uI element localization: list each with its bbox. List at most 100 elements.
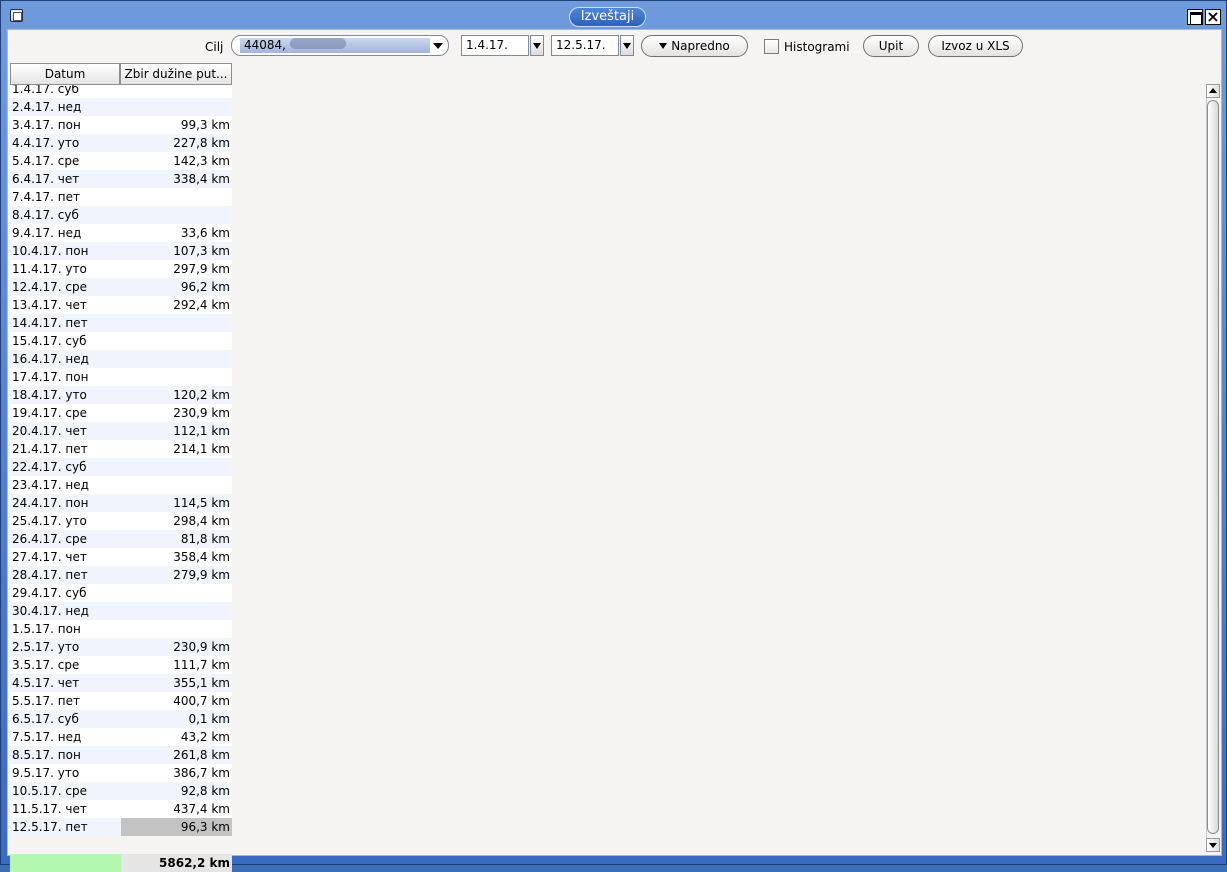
table-row[interactable]: 11.5.17. чет 437,4 km <box>10 800 232 818</box>
table-row[interactable]: 9.5.17. уто 386,7 km <box>10 764 232 782</box>
query-button[interactable]: Upit <box>863 35 919 57</box>
table-row[interactable]: 7.5.17. нед 43,2 km <box>10 728 232 746</box>
close-button[interactable]: × <box>1205 9 1221 25</box>
distance-cell: 230,9 km <box>173 406 230 420</box>
table-row[interactable]: 5.4.17. сре 142,3 km <box>10 152 232 170</box>
date-cell: 3.4.17. пон <box>12 118 81 132</box>
scroll-up-arrow-icon[interactable] <box>1206 84 1220 98</box>
date-cell: 25.4.17. уто <box>12 514 87 528</box>
date-cell: 7.4.17. пет <box>12 190 81 204</box>
table-row[interactable]: 19.4.17. сре 230,9 km <box>10 404 232 422</box>
maximize-button[interactable] <box>1187 9 1203 25</box>
date-from-dropdown-button[interactable] <box>530 35 544 56</box>
table-row[interactable]: 17.4.17. пон <box>10 368 232 386</box>
table-row[interactable]: 21.4.17. пет 214,1 km <box>10 440 232 458</box>
table-row[interactable]: 29.4.17. суб <box>10 584 232 602</box>
caret-down-icon <box>659 43 668 49</box>
scroll-down-arrow-icon[interactable] <box>1206 838 1220 852</box>
column-header-date[interactable]: Datum <box>10 63 120 85</box>
table-row[interactable]: 13.4.17. чет 292,4 km <box>10 296 232 314</box>
date-cell: 9.5.17. уто <box>12 766 80 780</box>
table-row[interactable]: 1.5.17. пон <box>10 620 232 638</box>
table-row[interactable]: 4.4.17. уто 227,8 km <box>10 134 232 152</box>
distance-cell: 142,3 km <box>173 154 230 168</box>
date-to-field[interactable]: 12.5.17. <box>551 35 619 56</box>
date-cell: 6.4.17. чет <box>12 172 80 186</box>
table-row[interactable]: 12.4.17. сре 96,2 km <box>10 278 232 296</box>
date-cell: 6.5.17. суб <box>12 712 79 726</box>
distance-cell: 386,7 km <box>173 766 230 780</box>
date-from-field[interactable]: 1.4.17. <box>461 35 529 56</box>
date-cell: 5.4.17. сре <box>12 154 80 168</box>
total-row: 5862,2 km <box>10 854 232 872</box>
table-row[interactable]: 28.4.17. пет 279,9 km <box>10 566 232 584</box>
table-row[interactable]: 26.4.17. сре 81,8 km <box>10 530 232 548</box>
table-row[interactable]: 12.5.17. пет 96,3 km <box>10 818 232 836</box>
date-cell: 23.4.17. нед <box>12 478 89 492</box>
window-menu-icon[interactable] <box>10 9 23 22</box>
table-row[interactable]: 2.5.17. уто 230,9 km <box>10 638 232 656</box>
distance-cell: 111,7 km <box>173 658 230 672</box>
table-row[interactable]: 6.5.17. суб 0,1 km <box>10 710 232 728</box>
date-cell: 1.4.17. суб <box>12 85 79 96</box>
total-label-cell <box>10 854 121 872</box>
distance-cell: 99,3 km <box>180 118 230 132</box>
distance-cell: 92,8 km <box>180 784 230 798</box>
table-row[interactable]: 20.4.17. чет 112,1 km <box>10 422 232 440</box>
vertical-scrollbar[interactable] <box>1206 84 1220 852</box>
distance-cell: 279,9 km <box>173 568 230 582</box>
table-row[interactable]: 3.4.17. пон 99,3 km <box>10 116 232 134</box>
date-cell: 2.5.17. уто <box>12 640 80 654</box>
distance-cell: 214,1 km <box>173 442 230 456</box>
table-row[interactable]: 11.4.17. уто 297,9 km <box>10 260 232 278</box>
table-row[interactable]: 8.4.17. суб <box>10 206 232 224</box>
date-cell: 29.4.17. суб <box>12 586 87 600</box>
table-row[interactable]: 30.4.17. нед <box>10 602 232 620</box>
distance-cell: 358,4 km <box>173 550 230 564</box>
table-row[interactable]: 2.4.17. нед <box>10 98 232 116</box>
table-row[interactable]: 18.4.17. уто 120,2 km <box>10 386 232 404</box>
table-row[interactable]: 25.4.17. уто 298,4 km <box>10 512 232 530</box>
table-row[interactable]: 15.4.17. суб <box>10 332 232 350</box>
table-row[interactable]: 1.4.17. суб <box>10 85 232 98</box>
date-cell: 13.4.17. чет <box>12 298 87 312</box>
advanced-label: Napredno <box>671 39 730 53</box>
table-row[interactable]: 24.4.17. пон 114,5 km <box>10 494 232 512</box>
chevron-down-icon <box>433 43 443 49</box>
date-cell: 11.5.17. чет <box>12 802 87 816</box>
date-cell: 12.5.17. пет <box>12 820 88 834</box>
table-row[interactable]: 6.4.17. чет 338,4 km <box>10 170 232 188</box>
distance-cell: 0,1 km <box>188 712 230 726</box>
histograms-checkbox[interactable] <box>764 39 779 54</box>
table-row[interactable]: 10.5.17. сре 92,8 km <box>10 782 232 800</box>
table-row[interactable]: 10.4.17. пон 107,3 km <box>10 242 232 260</box>
target-select[interactable]: 44084, <box>231 35 449 56</box>
table-row[interactable]: 3.5.17. сре 111,7 km <box>10 656 232 674</box>
date-cell: 1.5.17. пон <box>12 622 81 636</box>
export-xls-button[interactable]: Izvoz u XLS <box>928 35 1023 57</box>
table-row[interactable]: 8.5.17. пон 261,8 km <box>10 746 232 764</box>
column-header-distance[interactable]: Zbir dužine put... <box>120 63 232 85</box>
date-to-dropdown-button[interactable] <box>620 35 634 56</box>
table-row[interactable]: 5.5.17. пет 400,7 km <box>10 692 232 710</box>
table-row[interactable]: 14.4.17. пет <box>10 314 232 332</box>
table-row[interactable]: 16.4.17. нед <box>10 350 232 368</box>
distance-cell: 230,9 km <box>173 640 230 654</box>
table-row[interactable]: 4.5.17. чет 355,1 km <box>10 674 232 692</box>
date-cell: 12.4.17. сре <box>12 280 88 294</box>
scroll-thumb[interactable] <box>1207 100 1219 834</box>
date-cell: 21.4.17. пет <box>12 442 88 456</box>
title-bar[interactable]: Izveštaji × <box>1 1 1226 29</box>
advanced-button[interactable]: Napredno <box>641 35 748 57</box>
table-row[interactable]: 9.4.17. нед 33,6 km <box>10 224 232 242</box>
date-cell: 11.4.17. уто <box>12 262 87 276</box>
distance-cell: 227,8 km <box>173 136 230 150</box>
table-row[interactable]: 22.4.17. суб <box>10 458 232 476</box>
date-cell: 22.4.17. суб <box>12 460 87 474</box>
date-cell: 4.4.17. уто <box>12 136 80 150</box>
table-row[interactable]: 7.4.17. пет <box>10 188 232 206</box>
table-row[interactable]: 23.4.17. нед <box>10 476 232 494</box>
table-row[interactable]: 27.4.17. чет 358,4 km <box>10 548 232 566</box>
date-cell: 20.4.17. чет <box>12 424 87 438</box>
histograms-label[interactable]: Histogrami <box>784 40 850 54</box>
